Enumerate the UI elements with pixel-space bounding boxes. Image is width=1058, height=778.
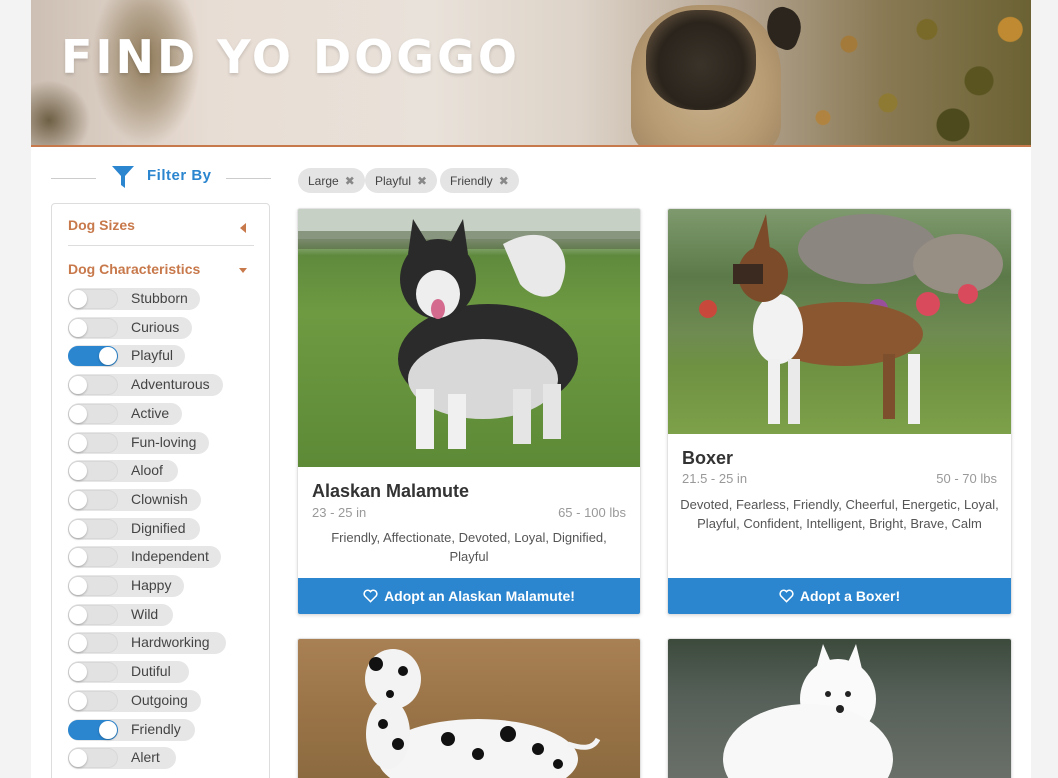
caret-left-icon[interactable] <box>240 223 246 233</box>
dog-image <box>298 639 640 778</box>
toggle-switch[interactable] <box>68 403 118 424</box>
toggle-label: Curious <box>131 318 180 335</box>
toggle-knob <box>69 290 87 308</box>
toggle-switch[interactable] <box>68 432 118 453</box>
funnel-icon <box>112 166 134 188</box>
toggle-label: Adventurous <box>131 376 210 393</box>
divider <box>51 178 96 179</box>
toggle-label: Friendly <box>131 720 181 737</box>
toggle-switch[interactable] <box>68 289 118 309</box>
tag-label: Friendly <box>450 174 493 188</box>
close-icon[interactable]: ✖ <box>417 174 427 188</box>
active-filter-tag[interactable]: Large ✖ <box>298 168 365 193</box>
divider <box>226 178 271 179</box>
toggle-knob <box>69 519 87 538</box>
site-title: FIND YO DOGGO <box>61 30 520 84</box>
toggle-knob <box>69 548 87 567</box>
toggle-label: Outgoing <box>131 691 188 708</box>
toggle-knob <box>69 462 87 481</box>
toggle-switch[interactable] <box>68 317 118 338</box>
toggle-knob <box>99 720 117 739</box>
dog-image <box>668 639 1011 778</box>
dog-weight: 50 - 70 lbs <box>936 471 997 486</box>
dog-card <box>667 638 1012 778</box>
page: FIND YO DOGGO Filter By Dog Sizes Dog Ch… <box>31 0 1031 778</box>
dog-height: 23 - 25 in <box>312 505 367 520</box>
dog-card <box>297 638 641 778</box>
filter-panel: Dog Sizes Dog Characteristics Stubborn Cu… <box>51 203 270 778</box>
toggle-knob <box>69 749 87 768</box>
close-icon[interactable]: ✖ <box>345 174 355 188</box>
toggle-switch[interactable] <box>68 662 118 683</box>
toggle-label: Stubborn <box>131 290 188 306</box>
toggle-label: Independent <box>131 548 209 565</box>
toggle-label: Happy <box>131 577 172 593</box>
toggle-knob <box>69 490 87 509</box>
close-icon[interactable]: ✖ <box>499 174 509 188</box>
toggle-knob <box>69 404 87 423</box>
toggle-switch[interactable] <box>68 518 118 539</box>
toggle-switch[interactable] <box>68 719 118 740</box>
toggle-knob <box>69 663 87 682</box>
toggle-knob <box>69 605 87 624</box>
toggle-label: Fun-loving <box>131 433 197 450</box>
toggle-switch[interactable] <box>68 633 118 654</box>
toggle-switch[interactable] <box>68 547 118 568</box>
toggle-knob <box>69 691 87 710</box>
toggle-switch[interactable] <box>68 346 118 367</box>
toggle-label: Alert <box>131 749 160 766</box>
tag-label: Large <box>308 174 339 188</box>
section-dog-sizes[interactable]: Dog Sizes <box>68 217 135 233</box>
dog-weight: 65 - 100 lbs <box>558 505 626 520</box>
toggle-switch[interactable] <box>68 461 118 482</box>
adopt-label: Adopt an Alaskan Malamute! <box>384 588 575 604</box>
dog-traits: Devoted, Fearless, Friendly, Cheerful, E… <box>680 497 999 531</box>
toggle-label: Dutiful <box>131 663 171 680</box>
dog-image <box>668 209 1011 434</box>
adopt-button[interactable]: Adopt a Boxer! <box>668 578 1011 614</box>
toggle-switch[interactable] <box>68 576 118 596</box>
active-filter-tag[interactable]: Friendly ✖ <box>440 168 519 193</box>
toggle-knob <box>69 634 87 653</box>
hero-foliage <box>771 0 1031 145</box>
toggle-switch[interactable] <box>68 375 118 396</box>
filter-heading: Filter By <box>51 160 271 192</box>
heart-icon <box>363 589 378 603</box>
toggle-label: Active <box>131 404 170 421</box>
active-filter-tag[interactable]: Playful ✖ <box>365 168 438 193</box>
adopt-button[interactable]: Adopt an Alaskan Malamute! <box>298 578 640 614</box>
toggle-label: Hardworking <box>131 634 210 651</box>
caret-down-icon[interactable] <box>239 268 247 273</box>
filter-title: Filter By <box>147 167 212 184</box>
toggle-switch[interactable] <box>68 489 118 510</box>
toggle-knob <box>99 347 117 366</box>
dog-card: Alaskan Malamute 23 - 25 in 65 - 100 lbs… <box>297 208 641 615</box>
hero-pug-face <box>646 10 756 110</box>
section-dog-characteristics[interactable]: Dog Characteristics <box>68 261 200 277</box>
toggle-knob <box>69 577 87 595</box>
toggle-switch[interactable] <box>68 690 118 711</box>
toggle-label: Wild <box>131 605 159 622</box>
dog-traits: Friendly, Affectionate, Devoted, Loyal, … <box>331 530 607 564</box>
toggle-switch[interactable] <box>68 748 118 769</box>
dog-card: Boxer 21.5 - 25 in 50 - 70 lbs Devoted, … <box>667 208 1012 615</box>
dog-height: 21.5 - 25 in <box>682 471 748 486</box>
toggle-label: Dignified <box>131 519 186 536</box>
tag-label: Playful <box>375 174 412 188</box>
dog-name: Alaskan Malamute <box>312 481 470 501</box>
divider <box>68 245 254 246</box>
adopt-label: Adopt a Boxer! <box>799 588 901 604</box>
toggle-switch[interactable] <box>68 604 118 625</box>
dog-image <box>298 209 640 467</box>
hero-banner: FIND YO DOGGO <box>31 0 1031 147</box>
toggle-label: Aloof <box>131 462 163 479</box>
toggle-label: Playful <box>131 347 174 364</box>
toggle-knob <box>69 376 87 395</box>
toggle-knob <box>69 433 87 452</box>
hero-background-blur <box>31 80 91 145</box>
toggle-label: Clownish <box>131 490 188 507</box>
toggle-knob <box>69 318 87 337</box>
dog-name: Boxer <box>682 448 734 468</box>
heart-icon <box>779 589 794 603</box>
